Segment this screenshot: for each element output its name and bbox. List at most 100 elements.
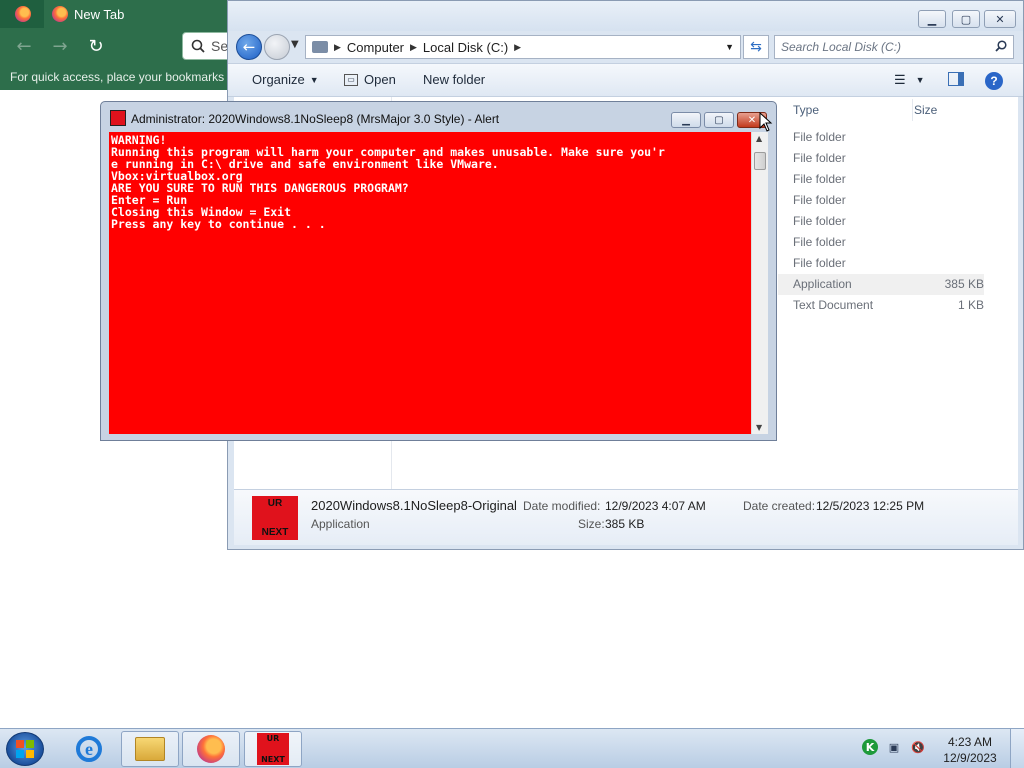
show-desktop-button[interactable]	[1010, 729, 1024, 768]
thumb-top-text: UR	[267, 498, 283, 509]
file-row[interactable]: File folder	[778, 253, 984, 274]
tab-title: New Tab	[74, 6, 125, 22]
explorer-command-bar: Organize ▼ ▭ Open New folder ☰ ▼ ?	[228, 63, 1023, 97]
search-icon	[995, 39, 1007, 55]
open-button[interactable]: ▭ Open	[344, 72, 396, 87]
file-row-selected[interactable]: Application 385 KB	[778, 274, 984, 295]
search-input[interactable]: Search Local Disk (C:)	[774, 35, 1014, 59]
maximize-button[interactable]: ▢	[704, 112, 734, 128]
open-icon: ▭	[344, 73, 358, 86]
firefox-icon	[15, 6, 31, 22]
internet-explorer-icon: e	[76, 736, 102, 762]
ur-next-app-icon: UR NEXT	[257, 733, 289, 765]
file-type: Application	[793, 277, 852, 291]
taskbar-internet-explorer[interactable]: e	[60, 731, 118, 767]
search-icon	[191, 39, 205, 53]
minimize-button[interactable]: ▁	[918, 10, 946, 28]
scroll-up-icon[interactable]: ▲	[756, 134, 762, 143]
file-type: Text Document	[793, 298, 874, 312]
minimize-button[interactable]: ▁	[671, 112, 701, 128]
forward-arrow-icon[interactable]: →	[48, 34, 72, 58]
details-size-value: 385 KB	[605, 517, 645, 531]
bookmarks-toolbar-hint: For quick access, place your bookmarks h	[0, 64, 228, 90]
file-row[interactable]: Text Document 1 KB	[778, 295, 984, 316]
file-type: File folder	[793, 214, 846, 228]
ur-top-text: UR	[266, 734, 280, 743]
file-row[interactable]: File folder	[778, 232, 984, 253]
close-button[interactable]: ✕	[984, 10, 1016, 28]
file-row[interactable]: File folder	[778, 148, 984, 169]
file-type: File folder	[793, 193, 846, 207]
details-file-name: 2020Windows8.1NoSleep8-Original	[311, 498, 517, 513]
open-label: Open	[364, 72, 396, 87]
console-app-icon[interactable]	[110, 110, 126, 126]
scroll-down-icon[interactable]: ▼	[756, 423, 762, 432]
maximize-button[interactable]: ▢	[952, 10, 980, 28]
file-type: File folder	[793, 256, 846, 270]
clock-date: 12/9/2023	[943, 751, 997, 765]
file-row[interactable]: File folder	[778, 169, 984, 190]
alert-titlebar[interactable]: Administrator: 2020Windows8.1NoSleep8 (M…	[101, 102, 776, 132]
file-list: File folder File folder File folder File…	[778, 127, 984, 316]
scroll-thumb[interactable]	[754, 152, 766, 170]
breadcrumb-separator-icon[interactable]: ▶	[334, 42, 341, 53]
column-header-type[interactable]: Type	[793, 99, 913, 121]
new-folder-button[interactable]: New folder	[423, 72, 485, 87]
console-scrollbar[interactable]: ▲ ▼	[751, 132, 768, 434]
column-header-size[interactable]: Size	[914, 99, 984, 121]
system-clock[interactable]: 4:23 AM 12/9/2023	[940, 734, 1000, 766]
details-created-value: 12/5/2023 12:25 PM	[816, 499, 925, 513]
help-button[interactable]: ?	[985, 72, 1003, 90]
back-button[interactable]: ←	[236, 34, 262, 60]
console-line: Press any key to continue . . .	[111, 217, 326, 231]
address-bar[interactable]: ▶ Computer ▶ Local Disk (C:) ▶ ▼	[305, 35, 741, 59]
windows-logo-icon	[16, 740, 34, 758]
firefox-tab-new-tab[interactable]: New Tab	[44, 0, 228, 28]
file-row[interactable]: File folder	[778, 190, 984, 211]
chevron-down-icon: ▼	[309, 74, 319, 85]
file-thumbnail-icon: UR NEXT	[252, 496, 298, 540]
breadcrumb-local-disk[interactable]: Local Disk (C:)	[423, 40, 508, 55]
address-dropdown-icon[interactable]: ▼	[725, 42, 734, 52]
folder-icon	[135, 737, 165, 761]
firefox-tabstrip: New Tab	[0, 0, 228, 28]
taskbar-firefox[interactable]	[182, 731, 240, 767]
volume-muted-icon[interactable]: 🔇	[910, 739, 926, 755]
network-icon[interactable]: ▣	[886, 739, 902, 755]
back-arrow-icon: ←	[242, 38, 256, 56]
taskbar: e UR NEXT K ▣ 🔇 4:23 AM 12/9/2023	[0, 728, 1024, 768]
search-placeholder: Search Local Disk (C:)	[781, 40, 902, 54]
alert-window-title: Administrator: 2020Windows8.1NoSleep8 (M…	[131, 112, 500, 126]
tray-k-icon[interactable]: K	[862, 739, 878, 755]
file-size: 1 KB	[957, 298, 984, 312]
ur-bottom-text: NEXT	[261, 755, 285, 764]
breadcrumb-computer[interactable]: Computer	[347, 40, 404, 55]
details-created-label: Date created:	[743, 499, 816, 513]
back-arrow-icon[interactable]: ←	[12, 34, 36, 58]
file-type: File folder	[793, 172, 846, 186]
thumb-bottom-text: NEXT	[261, 527, 289, 538]
forward-button[interactable]	[264, 34, 290, 60]
taskbar-alert-program[interactable]: UR NEXT	[244, 731, 302, 767]
start-button[interactable]	[6, 732, 44, 766]
organize-button[interactable]: Organize ▼	[252, 72, 319, 87]
recent-pages-chevron-icon[interactable]: ▼	[291, 39, 299, 50]
explorer-titlebar[interactable]: ▁ ▢ ✕	[228, 1, 1023, 31]
taskbar-file-explorer[interactable]	[121, 731, 179, 767]
console-output[interactable]: WARNING! Running this program will harm …	[109, 132, 751, 434]
explorer-address-row: ← ▼ ▶ Computer ▶ Local Disk (C:) ▶ ▼ ⇆ S…	[228, 31, 1023, 63]
firefox-tab-pinned[interactable]	[4, 2, 42, 26]
preview-pane-button[interactable]	[948, 72, 964, 86]
url-bar-placeholder: Se	[211, 38, 229, 54]
breadcrumb-separator-icon[interactable]: ▶	[514, 42, 521, 53]
file-row[interactable]: File folder	[778, 127, 984, 148]
clock-time: 4:23 AM	[947, 735, 993, 749]
mouse-cursor-icon	[759, 112, 773, 132]
breadcrumb-separator-icon[interactable]: ▶	[410, 42, 417, 53]
details-pane: UR NEXT 2020Windows8.1NoSleep8-Original …	[234, 489, 1018, 545]
reload-icon[interactable]: ↻	[84, 34, 108, 58]
file-row[interactable]: File folder	[778, 211, 984, 232]
refresh-button[interactable]: ⇆	[743, 35, 769, 59]
refresh-icon: ⇆	[750, 39, 762, 55]
change-view-button[interactable]: ☰ ▼	[894, 72, 925, 88]
